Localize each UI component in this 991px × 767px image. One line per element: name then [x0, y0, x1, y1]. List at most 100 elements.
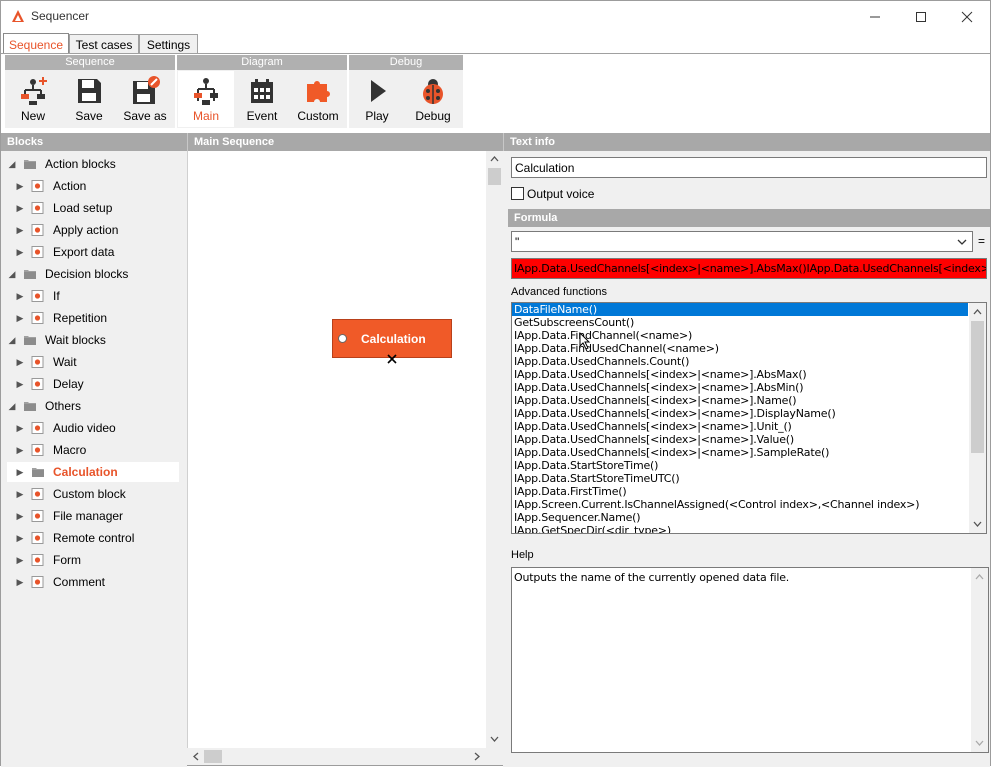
tree-item-action[interactable]: ▶ Action	[7, 176, 179, 196]
function-list-item[interactable]: IApp.Data.UsedChannels[<index>|<name>].V…	[512, 433, 986, 446]
tree-item-apply-action[interactable]: ▶ Apply action	[7, 220, 179, 240]
collapsed-arrow-icon[interactable]: ▶	[15, 379, 25, 390]
node-connector[interactable]	[338, 334, 347, 343]
expanded-arrow-icon[interactable]: ◢	[7, 335, 17, 346]
ribbon-group-title: Debug	[349, 55, 463, 70]
function-list-item[interactable]: IApp.Data.UsedChannels.Count()	[512, 355, 986, 368]
tab-test-cases[interactable]: Test cases	[69, 34, 139, 55]
output-voice-checkbox[interactable]	[511, 187, 524, 200]
function-list-item[interactable]: IApp.Data.UsedChannels[<index>|<name>].N…	[512, 394, 986, 407]
output-voice-label: Output voice	[527, 187, 595, 201]
scroll-down-icon[interactable]	[490, 736, 499, 743]
tree-item-others[interactable]: ◢ Others	[7, 396, 179, 416]
play-button[interactable]: Play	[349, 71, 405, 127]
function-list-item[interactable]: GetSubscreensCount()	[512, 316, 986, 329]
event-diagram-label: Event	[246, 109, 278, 123]
formula-input[interactable]: IApp.Data.UsedChannels[<index>|<name>].A…	[511, 258, 987, 279]
tree-item-repetition[interactable]: ▶ Repetition	[7, 308, 179, 328]
function-list-item[interactable]: IApp.Data.FirstTime()	[512, 485, 986, 498]
tree-item-calculation[interactable]: ▶ Calculation	[7, 462, 179, 482]
function-list-item[interactable]: IApp.Data.StartStoreTimeUTC()	[512, 472, 986, 485]
formula-select-value: "	[515, 234, 520, 249]
tree-item-wait-blocks[interactable]: ◢ Wait blocks	[7, 330, 179, 350]
new-button[interactable]: New	[5, 71, 61, 127]
play-button-label: Play	[365, 109, 389, 123]
help-scrollbar[interactable]	[971, 568, 988, 752]
scroll-down-icon[interactable]	[975, 740, 984, 747]
function-list-item[interactable]: IApp.Data.UsedChannels[<index>|<name>].A…	[512, 368, 986, 381]
canvas-vertical-scrollbar[interactable]	[486, 151, 503, 748]
tree-item-custom-block[interactable]: ▶ Custom block	[7, 484, 179, 504]
tab-sequence[interactable]: Sequence	[3, 33, 69, 55]
functions-scrollbar[interactable]	[969, 303, 986, 533]
collapsed-arrow-icon[interactable]: ▶	[15, 533, 25, 544]
custom-diagram-button[interactable]: Custom	[290, 71, 346, 127]
block-icon	[31, 488, 44, 500]
save-as-button[interactable]: Save as	[117, 71, 173, 127]
tree-item-load-setup[interactable]: ▶ Load setup	[7, 198, 179, 218]
scroll-right-icon[interactable]	[474, 752, 481, 761]
collapsed-arrow-icon[interactable]: ▶	[15, 511, 25, 522]
expanded-arrow-icon[interactable]: ◢	[7, 401, 17, 412]
formula-select[interactable]: "	[511, 231, 973, 252]
collapsed-arrow-icon[interactable]: ▶	[15, 225, 25, 236]
scroll-up-icon[interactable]	[490, 155, 499, 162]
tree-item-file-manager[interactable]: ▶ File manager	[7, 506, 179, 526]
collapsed-arrow-icon[interactable]: ▶	[15, 313, 25, 324]
function-list-item[interactable]: IApp.Data.UsedChannels[<index>|<name>].S…	[512, 446, 986, 459]
tree-item-wait[interactable]: ▶ Wait	[7, 352, 179, 372]
save-button[interactable]: Save	[61, 71, 117, 127]
tree-item-export-data[interactable]: ▶ Export data	[7, 242, 179, 262]
function-list-item[interactable]: IApp.GetSpecDir(<dir_type>)	[512, 524, 986, 533]
scroll-down-icon[interactable]	[973, 521, 982, 528]
node-delete-icon[interactable]	[387, 354, 397, 364]
debug-button[interactable]: Debug	[405, 71, 461, 127]
function-list-item[interactable]: IApp.Data.UsedChannels[<index>|<name>].U…	[512, 420, 986, 433]
collapsed-arrow-icon[interactable]: ▶	[15, 357, 25, 368]
function-list-item[interactable]: IApp.Data.UsedChannels[<index>|<name>].D…	[512, 407, 986, 420]
close-button[interactable]	[944, 1, 990, 32]
function-list-item[interactable]: DataFileName()	[512, 303, 968, 316]
tree-item-form[interactable]: ▶ Form	[7, 550, 179, 570]
new-block-icon	[21, 77, 47, 105]
event-diagram-button[interactable]: Event	[234, 71, 290, 127]
sequence-canvas[interactable]	[187, 151, 486, 748]
function-list-item[interactable]: IApp.Screen.Current.IsChannelAssigned(<C…	[512, 498, 986, 511]
collapsed-arrow-icon[interactable]: ▶	[15, 423, 25, 434]
collapsed-arrow-icon[interactable]: ▶	[15, 203, 25, 214]
canvas-horizontal-scrollbar[interactable]	[187, 748, 486, 765]
tree-item-remote-control[interactable]: ▶ Remote control	[7, 528, 179, 548]
scroll-left-icon[interactable]	[192, 752, 199, 761]
scroll-up-icon[interactable]	[975, 573, 984, 580]
collapsed-arrow-icon[interactable]: ▶	[15, 555, 25, 566]
function-list-item[interactable]: IApp.Sequencer.Name()	[512, 511, 986, 524]
tree-item-decision-blocks[interactable]: ◢ Decision blocks	[7, 264, 179, 284]
collapsed-arrow-icon[interactable]: ▶	[15, 445, 25, 456]
calculation-node[interactable]: Calculation	[332, 319, 452, 358]
collapsed-arrow-icon[interactable]: ▶	[15, 291, 25, 302]
collapsed-arrow-icon[interactable]: ▶	[15, 489, 25, 500]
function-list-item[interactable]: IApp.Data.UsedChannels[<index>|<name>].A…	[512, 381, 986, 394]
scroll-thumb[interactable]	[204, 750, 222, 763]
main-diagram-button[interactable]: Main	[178, 71, 234, 127]
collapsed-arrow-icon[interactable]: ▶	[15, 181, 25, 192]
expanded-arrow-icon[interactable]: ◢	[7, 269, 17, 280]
block-name-input[interactable]: Calculation	[511, 157, 987, 178]
collapsed-arrow-icon[interactable]: ▶	[15, 467, 25, 478]
tree-item-delay[interactable]: ▶ Delay	[7, 374, 179, 394]
scroll-thumb[interactable]	[971, 321, 984, 453]
function-list-item[interactable]: IApp.Data.StartStoreTime()	[512, 459, 986, 472]
tab-settings[interactable]: Settings	[139, 34, 198, 55]
scroll-thumb[interactable]	[488, 168, 501, 185]
collapsed-arrow-icon[interactable]: ▶	[15, 577, 25, 588]
tree-item-macro[interactable]: ▶ Macro	[7, 440, 179, 460]
tree-item-if[interactable]: ▶ If	[7, 286, 179, 306]
tree-item-action-blocks[interactable]: ◢ Action blocks	[7, 154, 179, 174]
tree-item-comment[interactable]: ▶ Comment	[7, 572, 179, 592]
scroll-up-icon[interactable]	[973, 308, 982, 315]
expanded-arrow-icon[interactable]: ◢	[7, 159, 17, 170]
tree-item-audio-video[interactable]: ▶ Audio video	[7, 418, 179, 438]
minimize-button[interactable]	[852, 1, 898, 32]
maximize-button[interactable]	[898, 1, 944, 32]
collapsed-arrow-icon[interactable]: ▶	[15, 247, 25, 258]
